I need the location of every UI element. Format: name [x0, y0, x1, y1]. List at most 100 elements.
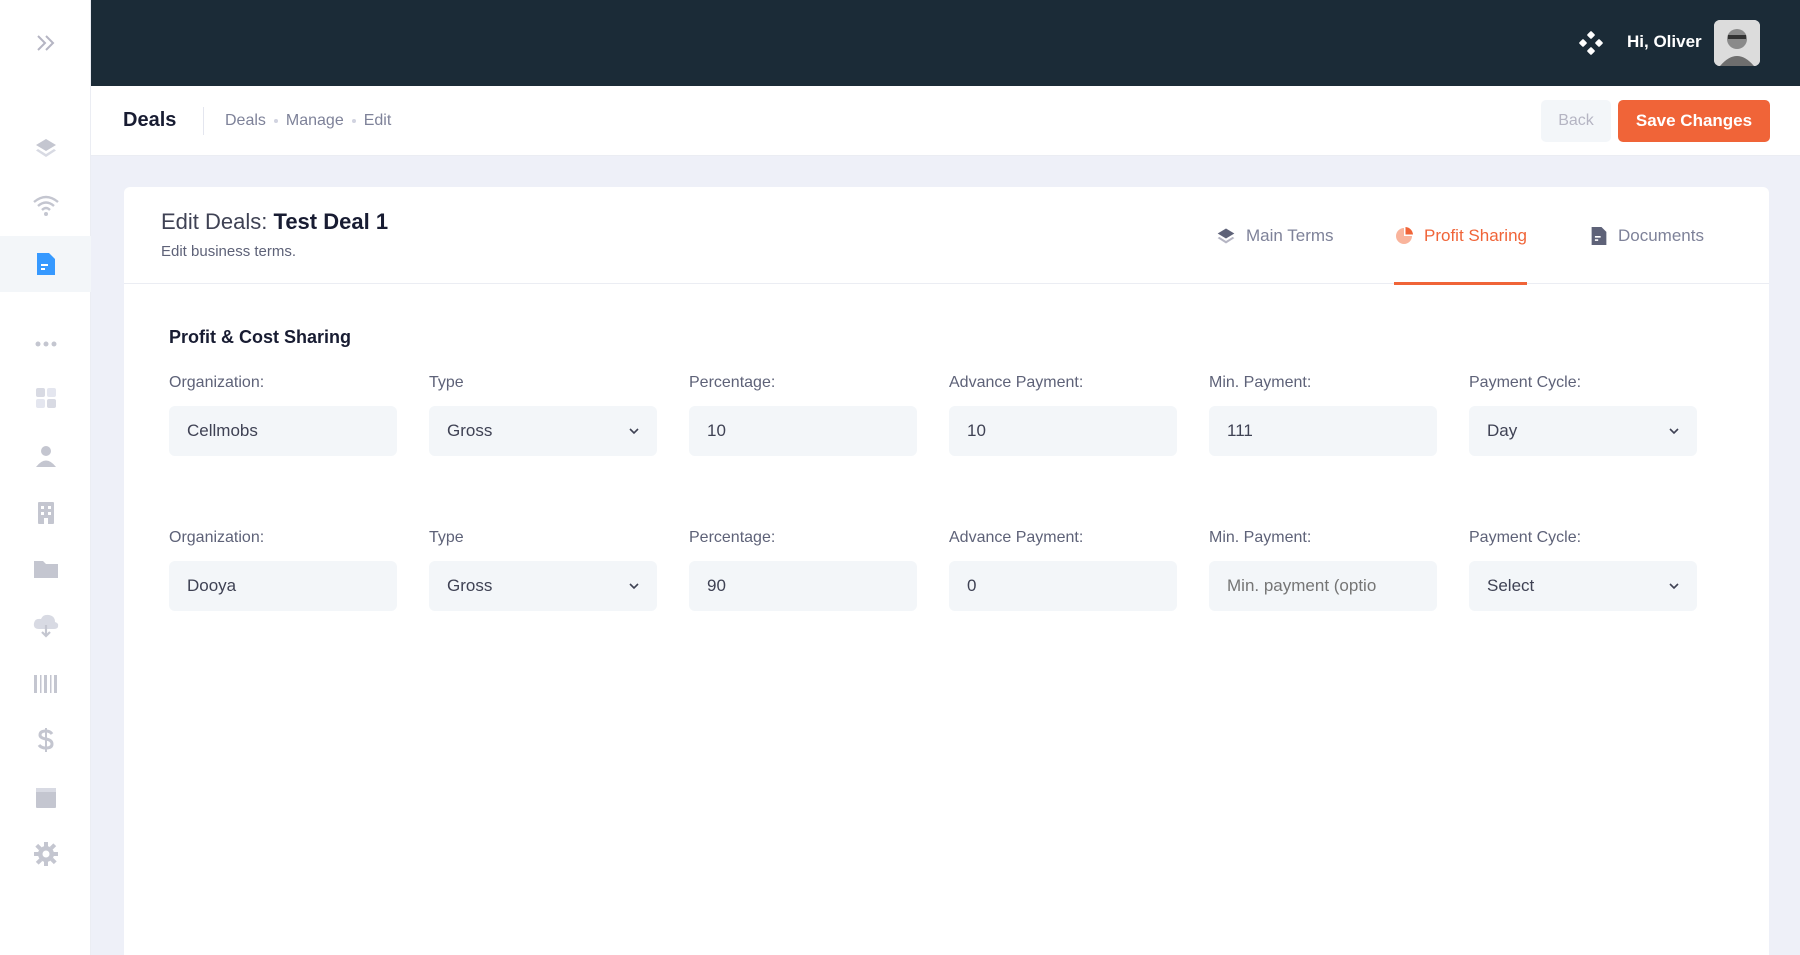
field-label: Min. Payment: — [1209, 374, 1312, 391]
building-icon — [37, 502, 54, 524]
percentage-input[interactable] — [689, 406, 917, 456]
organization-input[interactable] — [169, 406, 397, 456]
field-label: Percentage: — [689, 529, 776, 546]
type-select[interactable]: Gross — [429, 406, 657, 456]
field-label: Payment Cycle: — [1469, 374, 1582, 391]
breadcrumb-separator — [273, 119, 278, 123]
breadcrumb-item-manage[interactable]: Manage — [286, 112, 344, 130]
deal-name: Test Deal 1 — [273, 209, 389, 234]
type-select[interactable]: Gross — [429, 561, 657, 611]
user-greeting[interactable]: Hi, Oliver — [1627, 32, 1702, 52]
sidebar-item-dashboard[interactable] — [0, 370, 91, 426]
quick-actions-button[interactable] — [1571, 23, 1611, 63]
tab-label: Main Terms — [1246, 225, 1334, 245]
back-button[interactable]: Back — [1541, 100, 1611, 142]
top-header: Hi, Oliver — [91, 0, 1800, 86]
card-header: Edit Deals: Test Deal 1 Edit business te… — [124, 187, 1769, 285]
barcode-icon — [33, 675, 57, 693]
select-value: Day — [1487, 421, 1518, 440]
subheader: Deals Deals Manage Edit Back Save Change… — [91, 86, 1800, 156]
tab-documents[interactable]: Documents — [1590, 187, 1704, 284]
advance-payment-input[interactable] — [949, 561, 1177, 611]
book-icon — [35, 788, 56, 808]
section-title: Profit & Cost Sharing — [169, 327, 352, 347]
min-payment-input[interactable] — [1209, 561, 1437, 611]
edit-deal-card: Edit Deals: Test Deal 1 Edit business te… — [124, 187, 1769, 955]
payment-cycle-field-2: Payment Cycle: Select — [1469, 529, 1697, 611]
folder-icon — [33, 561, 58, 578]
sidebar-item-folder[interactable] — [0, 541, 91, 597]
breadcrumb: Deals Manage Edit — [225, 112, 391, 130]
save-changes-button[interactable]: Save Changes — [1618, 100, 1770, 142]
cloud-download-icon — [33, 614, 58, 638]
field-label: Payment Cycle: — [1469, 529, 1582, 546]
dollar-icon — [37, 728, 54, 752]
subheader-separator — [203, 107, 204, 135]
sidebar-item-book[interactable] — [0, 770, 91, 826]
percentage-input[interactable] — [689, 561, 917, 611]
tab-label: Documents — [1618, 225, 1704, 245]
type-field-2: Type Gross — [429, 529, 657, 611]
user-icon — [35, 446, 56, 467]
sidebar-item-cloud-download[interactable] — [0, 598, 91, 654]
sidebar-item-more[interactable] — [0, 316, 91, 372]
sidebar-item-settings[interactable] — [0, 826, 91, 882]
document-icon — [1591, 226, 1607, 245]
field-label: Type — [429, 374, 464, 391]
sidebar-item-dollar[interactable] — [0, 712, 91, 768]
percentage-field-1: Percentage: — [689, 374, 917, 456]
breadcrumb-separator — [351, 119, 356, 123]
select-value: Gross — [447, 421, 493, 440]
select-value: Select — [1487, 576, 1535, 595]
tab-main-terms[interactable]: Main Terms — [1216, 187, 1334, 284]
min-payment-field-1: Min. Payment: — [1209, 374, 1437, 456]
payment-cycle-select[interactable]: Select — [1469, 561, 1697, 611]
organization-input[interactable] — [169, 561, 397, 611]
sidebar-item-barcode[interactable] — [0, 656, 91, 712]
payment-cycle-field-1: Payment Cycle: Day — [1469, 374, 1697, 456]
field-label: Advance Payment: — [949, 374, 1084, 391]
payment-cycle-select[interactable]: Day — [1469, 406, 1697, 456]
select-value: Gross — [447, 576, 493, 595]
field-label: Percentage: — [689, 374, 776, 391]
tab-label: Profit Sharing — [1424, 225, 1527, 245]
breadcrumb-item-deals[interactable]: Deals — [225, 112, 266, 130]
sidebar-item-user[interactable] — [0, 428, 91, 484]
avatar[interactable] — [1714, 20, 1760, 66]
sidebar-item-building[interactable] — [0, 485, 91, 541]
sidebar-item-layers[interactable] — [0, 120, 91, 176]
apps-icon — [1579, 31, 1603, 55]
chevron-down-icon — [629, 583, 639, 590]
min-payment-input[interactable] — [1209, 406, 1437, 456]
sidebar-item-wifi[interactable] — [0, 178, 91, 234]
tab-profit-sharing[interactable]: Profit Sharing — [1394, 187, 1527, 285]
card-title: Edit Deals: Test Deal 1 — [161, 209, 388, 235]
field-label: Organization: — [169, 529, 265, 546]
organization-field-1: Organization: — [169, 374, 397, 456]
field-label: Min. Payment: — [1209, 529, 1312, 546]
advance-payment-field-1: Advance Payment: — [949, 374, 1177, 456]
chevron-down-icon — [1669, 583, 1679, 590]
field-label: Advance Payment: — [949, 529, 1084, 546]
advance-payment-field-2: Advance Payment: — [949, 529, 1177, 611]
pie-chart-icon — [1396, 226, 1413, 244]
layers-icon — [35, 139, 56, 157]
card-subtitle: Edit business terms. — [161, 243, 297, 260]
document-icon — [36, 253, 55, 275]
advance-payment-input[interactable] — [949, 406, 1177, 456]
dashboard-icon — [35, 388, 56, 408]
layers-icon — [1217, 228, 1235, 243]
percentage-field-2: Percentage: — [689, 529, 917, 611]
avatar-image — [1714, 20, 1760, 66]
double-chevron-right-icon — [36, 35, 54, 51]
min-payment-field-2: Min. Payment: — [1209, 529, 1437, 611]
more-icon — [35, 341, 56, 347]
card-title-prefix: Edit Deals: — [161, 209, 268, 234]
settings-icon — [33, 842, 58, 866]
chevron-down-icon — [1669, 428, 1679, 435]
sidebar-item-documents[interactable] — [0, 236, 91, 292]
page-title: Deals — [123, 109, 177, 131]
breadcrumb-item-edit[interactable]: Edit — [364, 112, 392, 130]
field-label: Type — [429, 529, 464, 546]
sidebar-toggle[interactable] — [0, 0, 91, 86]
